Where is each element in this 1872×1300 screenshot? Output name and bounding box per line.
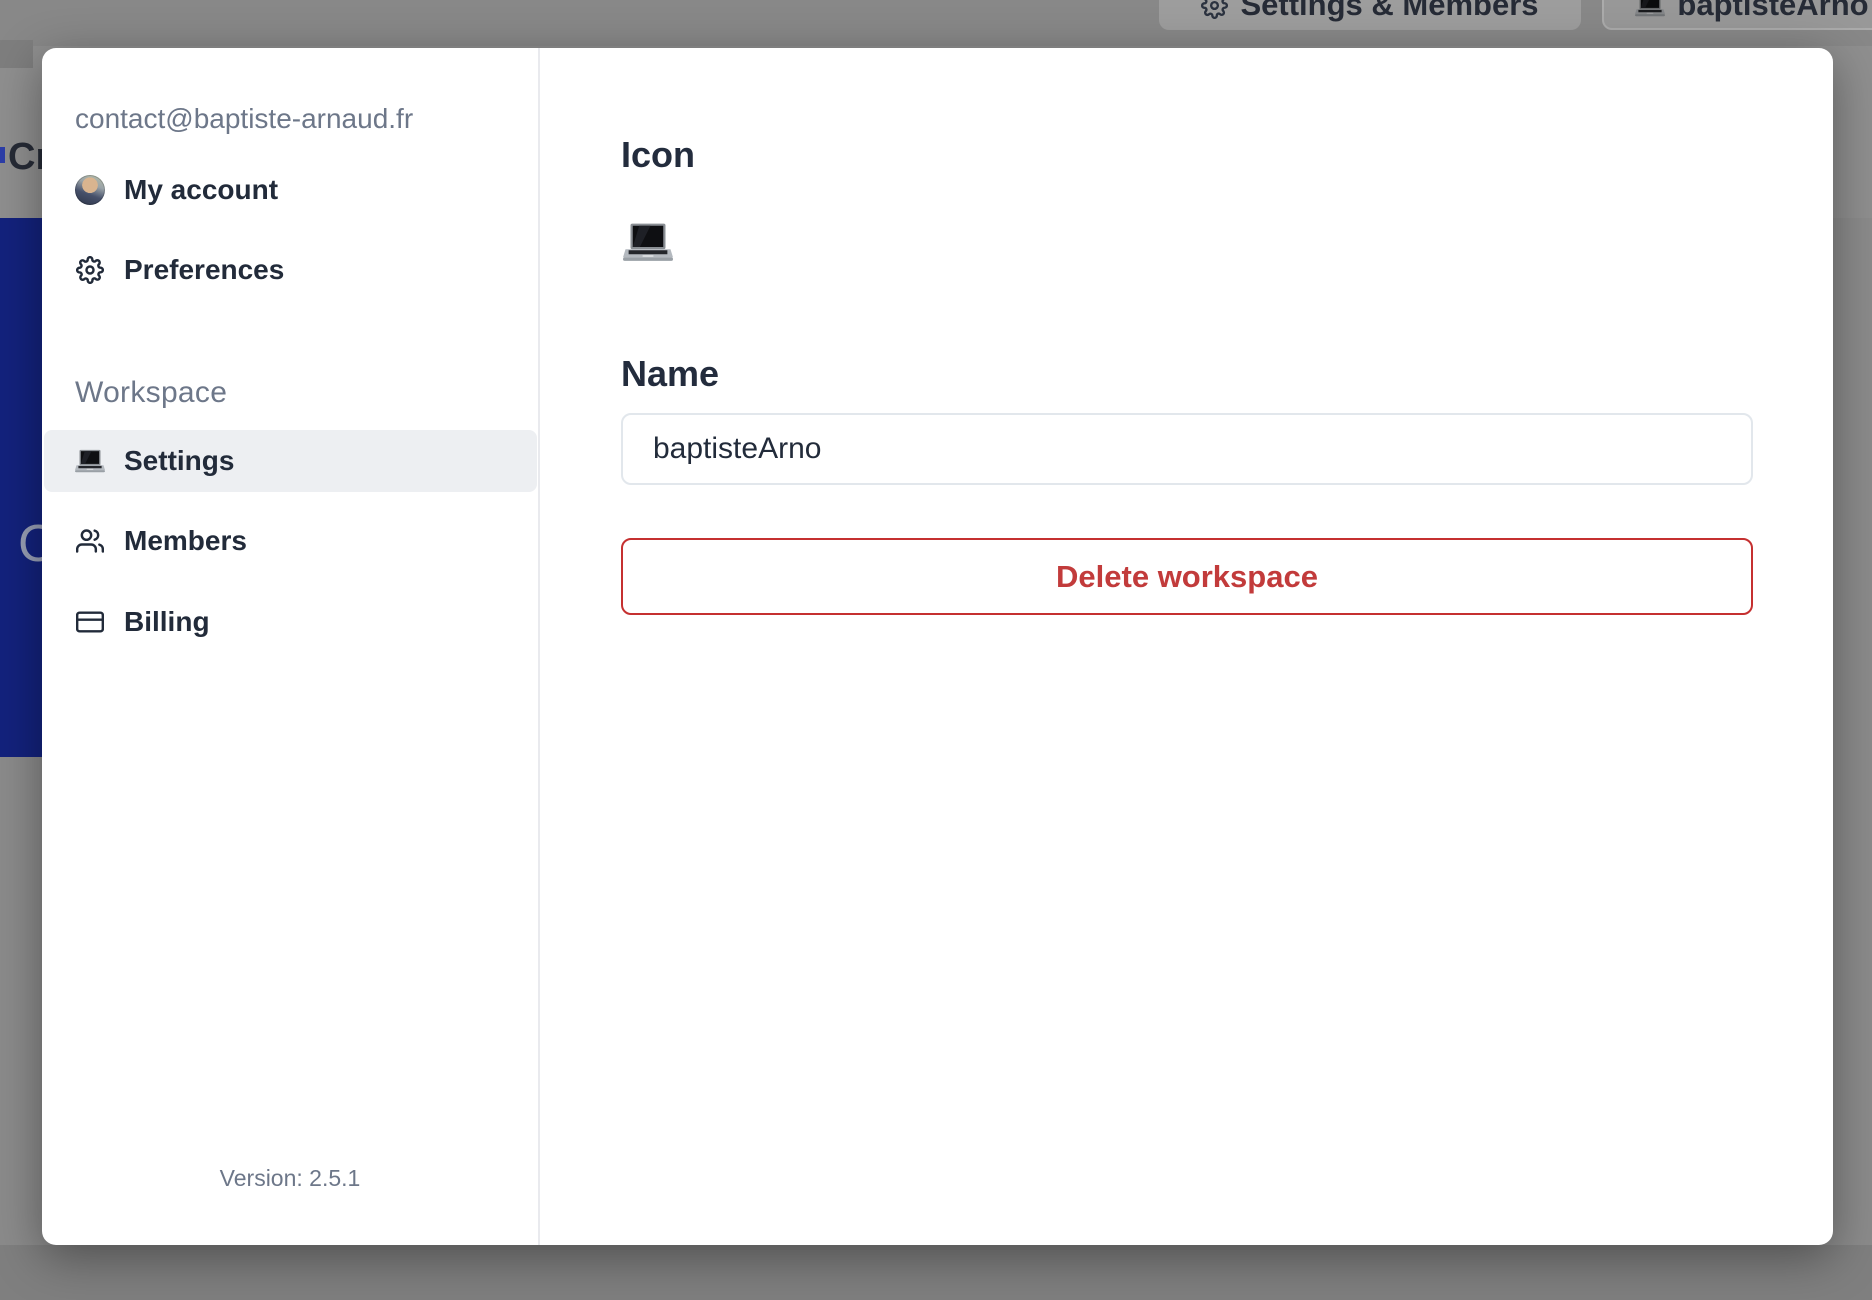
settings-members-label: Settings & Members xyxy=(1240,0,1539,22)
laptop-icon xyxy=(75,449,105,474)
name-field-label: Name xyxy=(621,353,720,394)
sidebar-item-label: Settings xyxy=(124,445,235,476)
delete-workspace-label: Delete workspace xyxy=(1056,558,1318,594)
laptop-icon xyxy=(623,222,673,264)
dimmed-top-bar xyxy=(0,0,1872,46)
sidebar-item-settings[interactable]: Settings xyxy=(44,430,537,492)
sidebar-item-billing[interactable]: Billing xyxy=(44,592,537,652)
sidebar-item-preferences[interactable]: Preferences xyxy=(44,240,537,300)
settings-members-button[interactable]: Settings & Members xyxy=(1159,0,1581,30)
workspace-name-input[interactable] xyxy=(621,413,1753,485)
sidebar-item-label: Preferences xyxy=(124,254,285,285)
workspace-switcher-label: baptisteArno xyxy=(1677,0,1869,22)
dimmed-blue-panel xyxy=(0,218,42,757)
users-icon xyxy=(76,527,104,555)
gear-icon xyxy=(1201,0,1228,19)
dimmed-bottom-area xyxy=(0,1245,1872,1300)
icon-field-label: Icon xyxy=(621,134,696,175)
workspace-settings-modal: contact@baptiste-arnaud.fr My account Pr… xyxy=(42,48,1833,1245)
settings-sidebar: contact@baptiste-arnaud.fr My account Pr… xyxy=(42,48,540,1245)
sidebar-item-label: My account xyxy=(124,174,279,205)
workspace-section-header: Workspace xyxy=(75,376,228,409)
sidebar-item-my-account[interactable]: My account xyxy=(44,160,537,220)
gear-icon xyxy=(76,256,104,284)
account-email: contact@baptiste-arnaud.fr xyxy=(75,103,414,134)
version-text: Version: 2.5.1 xyxy=(219,1165,361,1191)
sidebar-item-members[interactable]: Members xyxy=(44,511,537,571)
dimmed-icon-fragment xyxy=(0,147,5,163)
sidebar-item-label: Members xyxy=(124,525,247,556)
workspace-switcher-button[interactable]: baptisteArno xyxy=(1602,0,1872,30)
delete-workspace-button[interactable]: Delete workspace xyxy=(621,538,1753,615)
dimmed-button-fragment xyxy=(0,40,33,68)
sidebar-item-label: Billing xyxy=(124,606,210,637)
laptop-icon xyxy=(1635,0,1665,18)
user-avatar xyxy=(75,175,105,205)
credit-card-icon xyxy=(76,608,104,636)
workspace-settings-content: Icon Name Delete workspace xyxy=(540,48,1833,1245)
workspace-icon-button[interactable] xyxy=(621,217,675,269)
